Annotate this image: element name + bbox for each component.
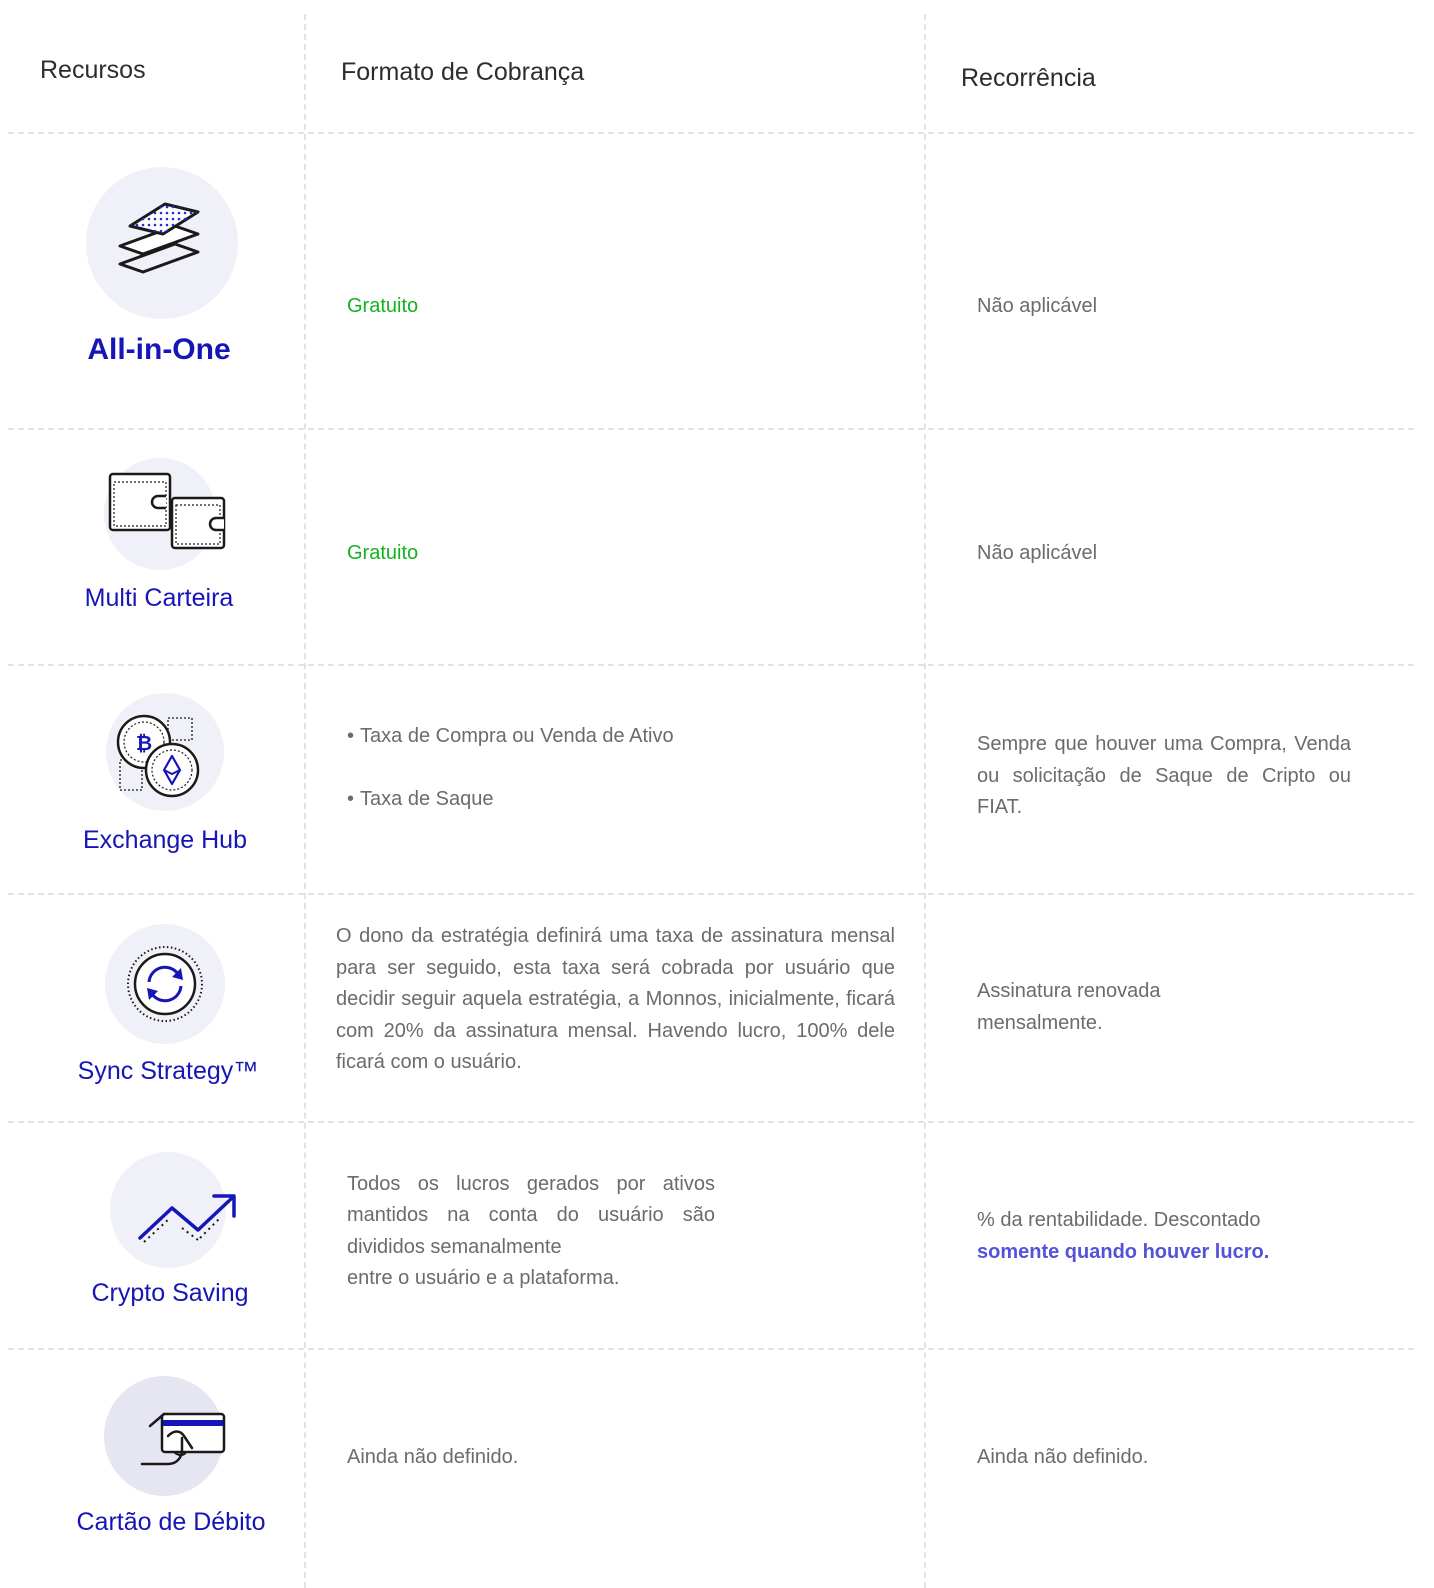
billing-value: Gratuito bbox=[347, 542, 419, 564]
billing-item: Taxa de Compra ou Venda de Ativo bbox=[347, 721, 674, 753]
recurrence-line: mensalmente. bbox=[977, 1012, 1103, 1034]
billing-value: Gratuito bbox=[347, 295, 419, 317]
feature-name-crypto-saving: Crypto Saving bbox=[91, 1279, 249, 1307]
trend-up-icon bbox=[138, 1194, 236, 1243]
recurrence-highlight: somente quando houver lucro. bbox=[977, 1241, 1270, 1263]
row-divider bbox=[8, 1121, 1414, 1123]
recurrence-value: Não aplicável bbox=[977, 542, 1098, 564]
header-recursos: Recursos bbox=[40, 56, 146, 84]
feature-name-all-in-one: All-in-One bbox=[87, 333, 231, 366]
column-divider-2 bbox=[924, 14, 926, 1588]
column-divider-1 bbox=[304, 14, 306, 1588]
billing-line: mantidos na conta do usuário são bbox=[347, 1204, 715, 1226]
feature-name-exchange-hub: Exchange Hub bbox=[82, 826, 247, 854]
feature-name-cartao-debito: Cartão de Débito bbox=[76, 1508, 266, 1536]
feature-name-sync-strategy: Sync Strategy™ bbox=[77, 1057, 259, 1085]
row-divider bbox=[8, 428, 1414, 430]
recurrence-line: Assinatura renovada bbox=[977, 980, 1161, 1002]
row-divider bbox=[8, 1348, 1414, 1350]
billing-value: O dono da estratégia definirá uma taxa d… bbox=[336, 925, 895, 1073]
billing-value: Ainda não definido. bbox=[347, 1446, 519, 1468]
feature-name-multi-carteira: Multi Carteira bbox=[84, 584, 234, 612]
sync-icon bbox=[127, 946, 203, 1022]
row-divider bbox=[8, 132, 1414, 134]
billing-line: entre o usuário e a plataforma. bbox=[347, 1267, 620, 1289]
crypto-coins-icon: ₿ bbox=[116, 714, 200, 798]
billing-item: Taxa de Saque bbox=[347, 784, 493, 816]
recurrence-value: % da rentabilidade. Descontado bbox=[977, 1209, 1261, 1231]
debit-card-icon bbox=[140, 1412, 226, 1466]
recurrence-value: Ainda não definido. bbox=[977, 1446, 1149, 1468]
svg-text:₿: ₿ bbox=[136, 731, 152, 755]
recurrence-value: Não aplicável bbox=[977, 295, 1098, 317]
wallets-icon bbox=[108, 472, 226, 550]
header-formato-cobranca: Formato de Cobrança bbox=[341, 58, 585, 86]
billing-line: divididos semanalmente bbox=[347, 1236, 562, 1258]
recurrence-value: Sempre que houver uma Compra, Venda ou s… bbox=[977, 733, 1351, 818]
row-divider bbox=[8, 664, 1414, 666]
layers-icon bbox=[118, 202, 200, 274]
row-divider bbox=[8, 893, 1414, 895]
billing-line: Todos os lucros gerados por ativos bbox=[347, 1173, 715, 1195]
header-recorrencia: Recorrência bbox=[961, 64, 1096, 92]
